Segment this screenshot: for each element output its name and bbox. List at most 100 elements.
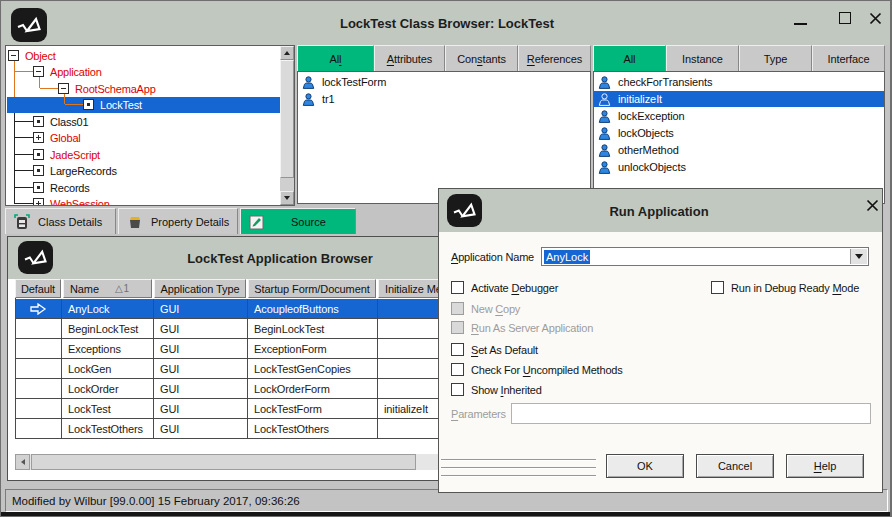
close-button[interactable] (869, 11, 882, 29)
table-cell[interactable]: AnyLock (62, 299, 154, 319)
default-cell[interactable] (15, 339, 62, 359)
expand-icon[interactable] (33, 198, 44, 206)
scrollbar-thumb[interactable] (31, 454, 416, 470)
method-icon (598, 127, 611, 140)
tab-type[interactable]: Type (739, 45, 812, 71)
tree-scrollbar[interactable] (280, 46, 294, 205)
list-item[interactable]: lockTestForm (302, 74, 386, 90)
expand-icon[interactable] (33, 132, 44, 143)
default-cell[interactable] (15, 299, 62, 319)
table-cell[interactable]: LockGen (62, 359, 154, 379)
tree-item-rootschemaapp[interactable]: RootSchemaApp (58, 81, 156, 96)
combo-dropdown-icon[interactable] (850, 249, 867, 264)
collapse-icon[interactable] (58, 83, 69, 94)
scroll-down-icon[interactable] (280, 191, 294, 205)
table-cell[interactable]: LockOrder (62, 379, 154, 399)
help-button[interactable]: Help (786, 454, 864, 478)
run-application-dialog: Run Application Application Name AnyLock… (438, 188, 883, 493)
list-item-selected[interactable]: initializeIt (598, 91, 662, 107)
table-cell[interactable]: GUI (154, 299, 248, 319)
tab-references[interactable]: References (518, 45, 591, 71)
method-icon (598, 93, 611, 106)
checkbox-set-as-default[interactable]: Set As Default (451, 343, 538, 356)
list-item[interactable]: checkForTransients (598, 74, 712, 90)
default-cell[interactable] (15, 319, 62, 339)
scroll-left-icon[interactable] (15, 454, 30, 470)
table-cell[interactable]: LockTestOthers (248, 419, 378, 439)
tab-all-methods[interactable]: All (593, 45, 666, 71)
tab-source[interactable]: Source (240, 208, 356, 234)
list-item[interactable]: lockObjects (598, 125, 674, 141)
column-header-application-type[interactable]: Application Type (154, 279, 246, 298)
tab-interface[interactable]: Interface (812, 45, 885, 71)
tree-item-application[interactable]: Application (33, 64, 102, 79)
table-cell[interactable]: LockTest (62, 399, 154, 419)
column-header-startup[interactable]: Startup Form/Document (248, 279, 376, 298)
scroll-up-icon[interactable] (280, 46, 294, 60)
table-cell[interactable]: LockTestGenCopies (248, 359, 378, 379)
application-name-combo[interactable]: AnyLock (541, 247, 869, 266)
dialog-close-button[interactable] (866, 199, 879, 214)
table-cell[interactable]: LockTestOthers (62, 419, 154, 439)
default-cell[interactable] (15, 419, 62, 439)
default-cell[interactable] (15, 379, 62, 399)
scrollbar-thumb[interactable] (280, 60, 294, 178)
table-cell[interactable]: ExceptionForm (248, 339, 378, 359)
list-item[interactable]: unlockObjects (598, 159, 686, 175)
table-cell[interactable]: Exceptions (62, 339, 154, 359)
leaf-icon[interactable] (33, 149, 44, 160)
table-cell[interactable]: BeginLockTest (62, 319, 154, 339)
collapse-icon[interactable] (33, 66, 44, 77)
checkbox-run-in-debug-ready-mode[interactable]: Run in Debug Ready Mode (711, 281, 859, 294)
table-cell[interactable]: GUI (154, 379, 248, 399)
list-item[interactable]: lockException (598, 108, 685, 124)
app-browser-title: LockTest Application Browser (68, 251, 492, 266)
app-browser-hscrollbar[interactable] (15, 454, 498, 470)
leaf-icon[interactable] (33, 165, 44, 176)
checkbox-show-inherited[interactable]: Show Inherited (451, 383, 542, 396)
property-details-icon (127, 214, 143, 230)
leaf-icon[interactable] (83, 99, 94, 110)
leaf-icon[interactable] (33, 116, 44, 127)
default-cell[interactable] (15, 359, 62, 379)
list-item[interactable]: tr1 (302, 91, 335, 107)
tree-item-locktest[interactable]: LockTest (83, 97, 142, 112)
tree-item-global[interactable]: Global (33, 130, 81, 145)
jade-logo-icon (18, 241, 53, 274)
tab-class-details[interactable]: Class Details (5, 208, 116, 234)
column-header-default[interactable]: Default (15, 279, 61, 298)
collapse-icon[interactable] (8, 50, 19, 61)
window-bottom-edge (1, 512, 892, 517)
tree-item-class01[interactable]: Class01 (33, 114, 88, 129)
table-cell[interactable]: LockOrderForm (248, 379, 378, 399)
ok-button[interactable]: OK (606, 454, 684, 478)
minimize-button[interactable] (794, 23, 807, 25)
tab-constants[interactable]: Constants (445, 45, 518, 71)
cancel-button[interactable]: Cancel (696, 454, 774, 478)
maximize-button[interactable] (839, 12, 851, 24)
table-cell[interactable]: GUI (154, 359, 248, 379)
checkbox-check-for-uncompiled-methods[interactable]: Check For Uncompiled Methods (451, 363, 623, 376)
checkbox-activate-debugger[interactable]: Activate Debugger (451, 281, 558, 294)
tree-item-websession[interactable]: WebSession (33, 196, 110, 206)
tree-item-records[interactable]: Records (33, 180, 90, 195)
tree-item-largerecords[interactable]: LargeRecords (33, 163, 117, 178)
tree-item-jadescript[interactable]: JadeScript (33, 147, 100, 162)
leaf-icon[interactable] (33, 182, 44, 193)
table-cell[interactable]: BeginLockTest (248, 319, 378, 339)
table-cell[interactable]: GUI (154, 399, 248, 419)
table-cell[interactable]: AcoupleofButtons (248, 299, 378, 319)
table-cell[interactable]: GUI (154, 339, 248, 359)
table-cell[interactable]: LockTestForm (248, 399, 378, 419)
parameters-input[interactable] (511, 403, 871, 424)
tab-attributes[interactable]: Attributes (374, 45, 445, 71)
default-cell[interactable] (15, 399, 62, 419)
table-cell[interactable]: GUI (154, 419, 248, 439)
tab-instance[interactable]: Instance (666, 45, 739, 71)
list-item[interactable]: otherMethod (598, 142, 679, 158)
column-header-name[interactable]: Name △ 1 (63, 279, 152, 298)
tree-item-object[interactable]: Object (8, 48, 56, 63)
table-cell[interactable]: GUI (154, 319, 248, 339)
tab-all-properties[interactable]: All (297, 45, 374, 71)
tab-property-details[interactable]: Property Details (118, 208, 238, 234)
